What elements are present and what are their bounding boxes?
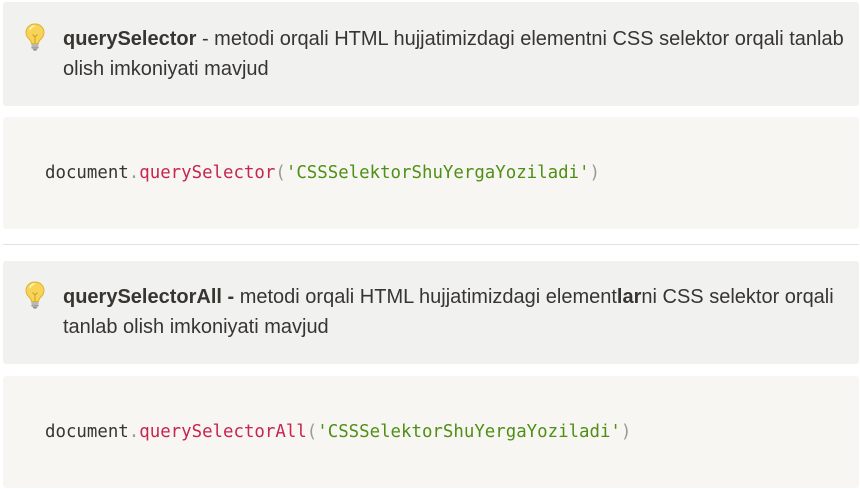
- code-string-argument: 'CSSSelektorShuYergaYoziladi': [317, 422, 621, 442]
- code-object: document: [45, 422, 129, 442]
- code-line: document.querySelectorAll('CSSSelektorSh…: [45, 421, 631, 443]
- callout-query-selector: querySelector - metodi orqali HTML hujja…: [3, 2, 859, 106]
- light-bulb-icon: [23, 280, 47, 310]
- code-string-argument: 'CSSSelektorShuYergaYoziladi': [285, 163, 590, 183]
- callout-query-selector-all: querySelectorAll - metodi orqali HTML hu…: [3, 261, 859, 364]
- code-object: document: [45, 163, 129, 183]
- code-method: querySelectorAll: [139, 422, 307, 442]
- code-block-query-selector-all: document.querySelectorAll('CSSSelektorSh…: [3, 376, 859, 488]
- callout-bold-suffix: lar: [616, 286, 642, 308]
- code-dot: .: [128, 422, 140, 442]
- callout-text: querySelectorAll - metodi orqali HTML hu…: [63, 282, 845, 342]
- code-method: querySelector: [139, 163, 276, 183]
- callout-text: querySelector - metodi orqali HTML hujja…: [63, 24, 845, 84]
- divider: [3, 244, 859, 245]
- code-close-paren: ): [589, 163, 600, 183]
- code-open-paren: (: [275, 163, 286, 183]
- code-block-query-selector: document.querySelector('CSSSelektorShuYe…: [3, 117, 859, 229]
- code-open-paren: (: [306, 422, 318, 442]
- code-dot: .: [128, 163, 140, 183]
- code-line: document.querySelector('CSSSelektorShuYe…: [45, 162, 600, 184]
- code-close-paren: ): [620, 422, 632, 442]
- callout-description: metodi orqali HTML hujjatimizdagi elemen…: [239, 286, 617, 308]
- callout-bold-term: querySelector: [63, 28, 197, 50]
- callout-bold-term: querySelectorAll -: [63, 286, 240, 308]
- light-bulb-icon: [23, 22, 47, 52]
